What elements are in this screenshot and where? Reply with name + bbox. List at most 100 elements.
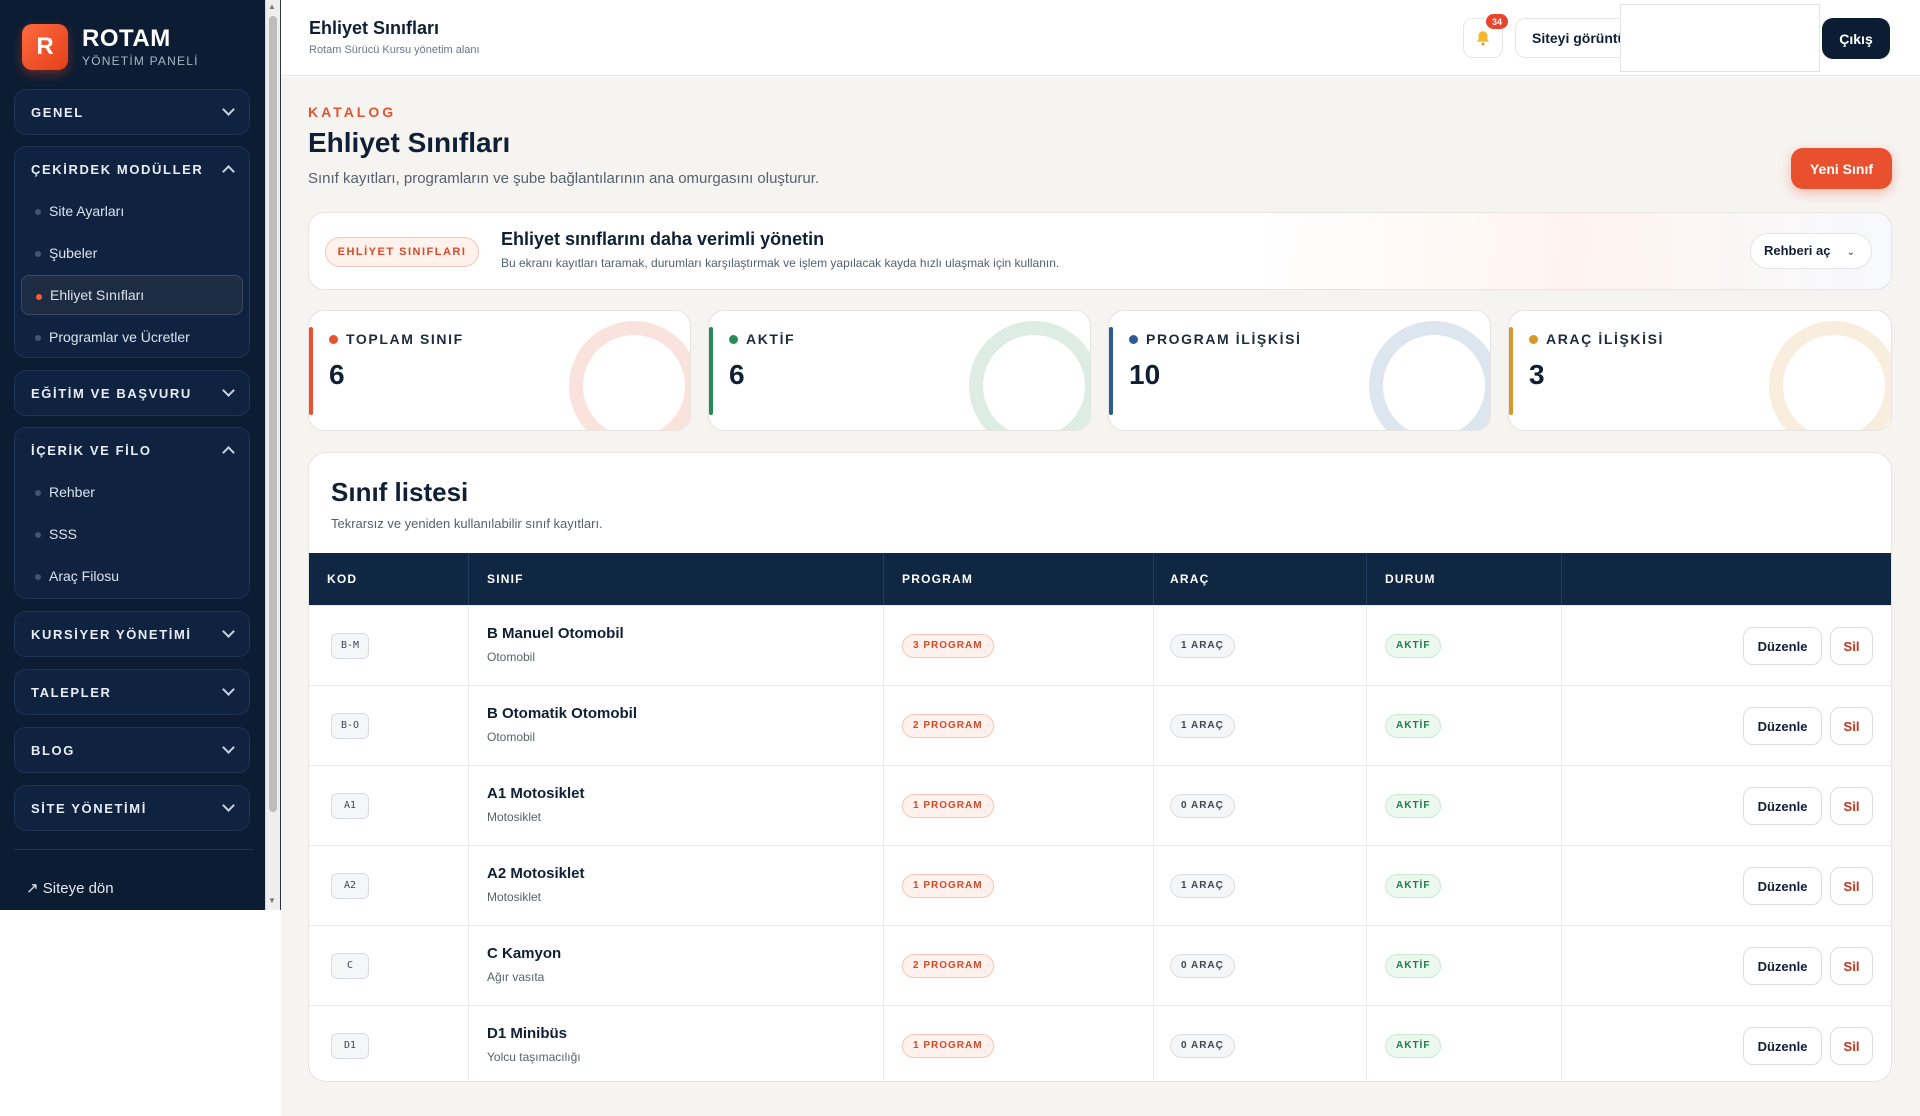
decorative-ring <box>1769 321 1891 430</box>
bullet-icon <box>36 294 42 300</box>
column-header-program[interactable]: PROGRAM <box>902 553 973 605</box>
vehicle-count-badge: 0 ARAÇ <box>1170 1034 1235 1058</box>
sidebar-item-programlar[interactable]: Programlar ve Ücretler <box>21 317 243 357</box>
table-row: C C Kamyon Ağır vasıta 2 PROGRAM 0 ARAÇ AKTİF… <box>309 925 1891 1006</box>
sidebar-item-ehliyet-siniflari[interactable]: Ehliyet Sınıfları <box>21 275 243 315</box>
view-site-button[interactable]: Siteyi görüntüle <box>1515 18 1630 58</box>
scrollbar-thumb[interactable] <box>269 16 277 812</box>
column-divider <box>883 606 884 686</box>
status-badge: AKTİF <box>1385 634 1442 658</box>
stat-label: PROGRAM İLİŞKİSİ <box>1146 331 1302 347</box>
logout-button[interactable]: Çıkış <box>1822 18 1890 59</box>
notification-badge: 34 <box>1486 14 1508 29</box>
page-eyebrow: KATALOG <box>308 104 397 120</box>
delete-button[interactable]: Sil <box>1830 867 1873 905</box>
nav-group-icerik: İÇERİK VE FİLO Rehber SSS Araç Filosu <box>14 427 250 599</box>
nav-group-genel: GENEL <box>14 89 250 135</box>
back-to-site-link[interactable]: ↗ Siteye dön <box>26 879 114 897</box>
scroll-up-icon[interactable]: ▲ <box>268 2 276 11</box>
status-badge: AKTİF <box>1385 954 1442 978</box>
delete-button[interactable]: Sil <box>1830 787 1873 825</box>
chevron-down-icon <box>222 799 235 812</box>
new-class-button[interactable]: Yeni Sınıf <box>1791 148 1892 189</box>
class-category: Motosiklet <box>487 890 542 904</box>
stat-value: 3 <box>1529 359 1545 390</box>
guide-pill: EHLİYET SINIFLARI <box>325 237 479 267</box>
sidebar-item-sss[interactable]: SSS <box>21 514 243 554</box>
stat-value: 6 <box>729 359 745 390</box>
edit-button[interactable]: Düzenle <box>1743 947 1822 985</box>
nav-group-header[interactable]: ÇEKİRDEK MODÜLLER <box>15 147 249 191</box>
chevron-up-icon <box>222 446 235 459</box>
status-badge: AKTİF <box>1385 874 1442 898</box>
divider <box>14 849 254 850</box>
scroll-down-icon[interactable]: ▼ <box>268 896 276 905</box>
edit-button[interactable]: Düzenle <box>1743 627 1822 665</box>
class-category: Yolcu taşımacılığı <box>487 1050 581 1064</box>
blank-overlay <box>1620 4 1820 72</box>
class-category: Otomobil <box>487 650 536 664</box>
stat-card-arac: ARAÇ İLİŞKİSİ 3 <box>1508 310 1892 431</box>
table-row: B-M B Manuel Otomobil Otomobil 3 PROGRAM 1 A… <box>309 605 1891 686</box>
column-header-kod[interactable]: KOD <box>327 553 357 605</box>
sidebar-scrollbar[interactable]: ▲ ▼ <box>265 0 280 910</box>
vehicle-count-badge: 1 ARAÇ <box>1170 874 1235 898</box>
open-guide-button[interactable]: Rehberi aç ⌄ <box>1750 233 1872 269</box>
status-dot-icon <box>729 334 738 344</box>
class-name: A2 Motosiklet <box>487 865 585 882</box>
sidebar-item-arac-filosu[interactable]: Araç Filosu <box>21 556 243 596</box>
delete-button[interactable]: Sil <box>1830 1027 1873 1065</box>
column-header-sinif[interactable]: SINIF <box>487 553 524 605</box>
topbar: Ehliyet Sınıfları Rotam Sürücü Kursu yön… <box>281 0 1920 76</box>
class-name: A1 Motosiklet <box>487 785 585 802</box>
delete-button[interactable]: Sil <box>1830 707 1873 745</box>
nav-group-header[interactable]: GENEL <box>15 90 249 134</box>
column-header-durum[interactable]: DURUM <box>1385 553 1436 605</box>
edit-button[interactable]: Düzenle <box>1743 787 1822 825</box>
nav-group-label: KURSİYER YÖNETİMİ <box>31 626 192 642</box>
stat-accent-bar <box>309 327 313 415</box>
class-category: Ağır vasıta <box>487 970 545 984</box>
bullet-icon <box>35 532 41 538</box>
nav-group-kursiyer: KURSİYER YÖNETİMİ <box>14 611 250 657</box>
nav-group-header[interactable]: EĞİTİM VE BAŞVURU <box>15 371 249 415</box>
stat-accent-bar <box>1109 327 1113 415</box>
sidebar-item-site-ayarlari[interactable]: Site Ayarları <box>21 191 243 231</box>
stat-label: TOPLAM SINIF <box>346 331 464 347</box>
sidebar-item-label: Rehber <box>49 484 95 500</box>
chevron-down-icon <box>222 741 235 754</box>
class-name: C Kamyon <box>487 945 562 962</box>
table-row: D1 D1 Minibüs Yolcu taşımacılığı 1 PROGRAM 0… <box>309 1005 1891 1081</box>
nav-group-header[interactable]: TALEPLER <box>15 670 249 714</box>
nav-group-label: ÇEKİRDEK MODÜLLER <box>31 161 204 177</box>
nav-group-label: EĞİTİM VE BAŞVURU <box>31 385 192 401</box>
class-code-chip: B-M <box>331 633 370 659</box>
stat-label: ARAÇ İLİŞKİSİ <box>1546 331 1665 347</box>
nav-group-egitim: EĞİTİM VE BAŞVURU <box>14 370 250 416</box>
bullet-icon <box>35 209 41 215</box>
edit-button[interactable]: Düzenle <box>1743 1027 1822 1065</box>
delete-button[interactable]: Sil <box>1830 627 1873 665</box>
column-divider <box>883 926 884 1006</box>
sidebar-item-subeler[interactable]: Şubeler <box>21 233 243 273</box>
edit-button[interactable]: Düzenle <box>1743 867 1822 905</box>
column-header-arac[interactable]: ARAÇ <box>1170 553 1209 605</box>
vehicle-count-badge: 1 ARAÇ <box>1170 634 1235 658</box>
brand[interactable]: R ROTAM YÖNETİM PANELİ <box>22 24 199 70</box>
status-badge: AKTİF <box>1385 794 1442 818</box>
column-divider <box>883 766 884 846</box>
nav-group-header[interactable]: İÇERİK VE FİLO <box>15 428 249 472</box>
guide-title: Ehliyet sınıflarını daha verimli yönetin <box>501 229 825 249</box>
program-count-badge: 1 PROGRAM <box>902 794 994 818</box>
program-count-badge: 1 PROGRAM <box>902 874 994 898</box>
delete-button[interactable]: Sil <box>1830 947 1873 985</box>
column-divider <box>1561 553 1562 605</box>
edit-button[interactable]: Düzenle <box>1743 707 1822 745</box>
class-code-chip: D1 <box>331 1033 369 1059</box>
sidebar-item-rehber[interactable]: Rehber <box>21 472 243 512</box>
nav-group-header[interactable]: BLOG <box>15 728 249 772</box>
bullet-icon <box>35 574 41 580</box>
nav-group-header[interactable]: SİTE YÖNETİMİ <box>15 786 249 830</box>
nav-group-header[interactable]: KURSİYER YÖNETİMİ <box>15 612 249 656</box>
class-code-chip: C <box>331 953 369 979</box>
